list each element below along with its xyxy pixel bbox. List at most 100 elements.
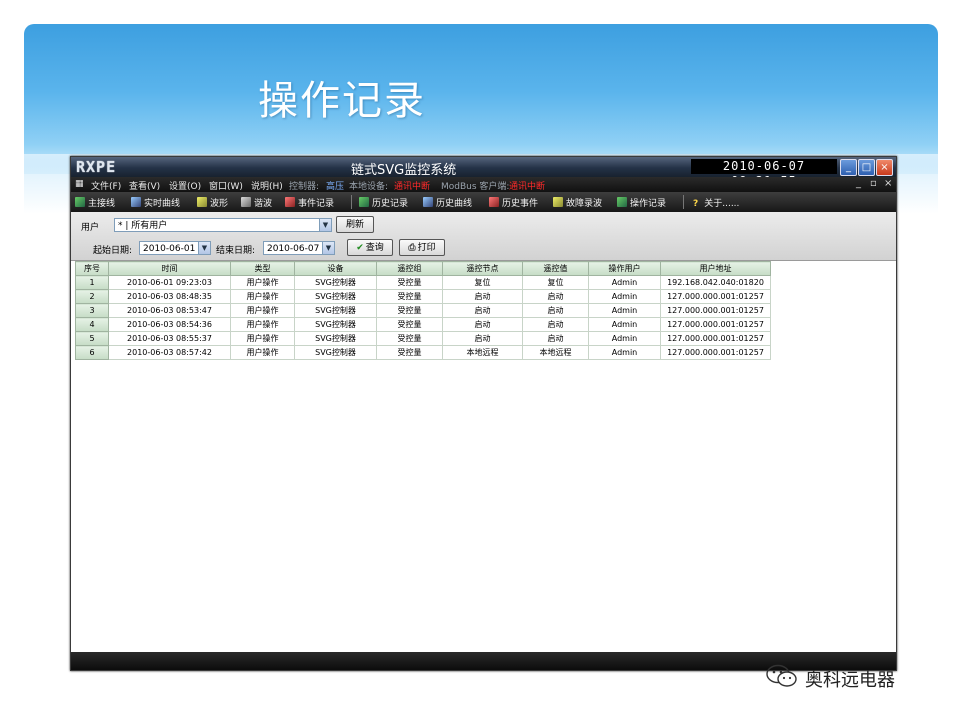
table-cell: 用户操作 — [230, 275, 295, 290]
table-row[interactable]: 4 2010-06-03 08:54:36 用户操作 SVG控制器 受控量 启动 启动 Adm… — [75, 317, 771, 332]
local-device-status: 通讯中断 — [394, 182, 431, 192]
table-row[interactable]: 2 2010-06-03 08:48:35 用户操作 SVG控制器 受控量 启动 启动 Adm… — [75, 289, 771, 304]
table-row[interactable]: 3 2010-06-03 08:53:47 用户操作 SVG控制器 受控量 启动 启动 Adm… — [75, 303, 771, 318]
table-cell: 启动 — [442, 289, 523, 304]
table-cell: SVG控制器 — [294, 275, 377, 290]
print-button[interactable]: ⎙ 打印 — [399, 239, 445, 256]
user-select[interactable]: * | 所有用户 ▼ — [114, 218, 332, 232]
controller-label: 控制器: — [289, 182, 320, 192]
table-cell: 启动 — [442, 317, 523, 332]
slide-title: 操作记录 — [258, 78, 426, 124]
operation-records-table: 序号 时间 类型 设备 遥控组 遥控节点 遥控值 操作用户 用户地址 1 2010… — [75, 261, 771, 360]
app-window: RXPE 链式SVG监控系统 2010-06-07 09:21:55 _ □ ×… — [70, 156, 897, 671]
refresh-button[interactable]: 刷新 — [336, 216, 374, 233]
tool-event-record[interactable]: 事件记录 — [285, 196, 334, 209]
end-date-label: 结束日期: — [216, 246, 256, 256]
table-row[interactable]: 5 2010-06-03 08:55:37 用户操作 SVG控制器 受控量 启动 启动 Adm… — [75, 331, 771, 346]
table-cell: 受控量 — [376, 331, 443, 346]
column-header[interactable]: 设备 — [294, 261, 377, 276]
table-cell: 用户操作 — [230, 317, 295, 332]
filter-panel: 用户 * | 所有用户 ▼ 刷新 起始日期: 2010-06-01 ▼ 结束日期… — [71, 212, 896, 261]
mdi-minimize-button[interactable]: _ — [856, 178, 861, 189]
table-cell: 用户操作 — [230, 289, 295, 304]
table-cell: Admin — [588, 275, 661, 290]
tool-realtime-curve[interactable]: 实时曲线 — [131, 196, 180, 209]
tool-label: 波形 — [210, 199, 229, 209]
printer-icon: ⎙ — [408, 243, 416, 253]
toolbar-separator — [683, 195, 684, 209]
watermark-text: 奥科远电器 — [805, 670, 895, 691]
table-cell: 本地远程 — [442, 345, 523, 360]
table-cell: 本地远程 — [522, 345, 589, 360]
local-device-label: 本地设备: — [349, 182, 389, 192]
toolbar: 主接线 实时曲线 波形 谐波 事件记录 历史记录 历史曲线 历史事件 故障录波 … — [71, 192, 896, 212]
tool-label: 故障录波 — [566, 199, 603, 209]
menu-grid-icon: ▦ — [75, 179, 84, 189]
column-header[interactable]: 遥控节点 — [442, 261, 523, 276]
table-cell: 2010-06-03 08:54:36 — [108, 317, 231, 332]
row-index-cell: 5 — [75, 331, 109, 346]
table-cell: Admin — [588, 303, 661, 318]
column-header[interactable]: 序号 — [75, 261, 109, 276]
table-cell: 启动 — [442, 303, 523, 318]
table-cell: 2010-06-03 08:48:35 — [108, 289, 231, 304]
curve-icon — [131, 197, 141, 207]
table-row[interactable]: 1 2010-06-01 09:23:03 用户操作 SVG控制器 受控量 复位 复位 Adm… — [75, 275, 771, 290]
column-header[interactable]: 遥控组 — [376, 261, 443, 276]
chevron-down-icon[interactable]: ▼ — [319, 219, 331, 231]
start-date-label: 起始日期: — [93, 246, 133, 256]
event-icon — [285, 197, 295, 207]
event-icon — [489, 197, 499, 207]
harmonic-icon — [241, 197, 251, 207]
column-header[interactable]: 用户地址 — [660, 261, 771, 276]
mdi-close-button[interactable]: × — [884, 178, 892, 189]
app-logo: RXPE — [76, 158, 117, 176]
table-cell: 2010-06-03 08:57:42 — [108, 345, 231, 360]
column-header[interactable]: 类型 — [230, 261, 295, 276]
row-index-cell: 2 — [75, 289, 109, 304]
tool-waveform[interactable]: 波形 — [197, 196, 228, 209]
menu-view[interactable]: 查看(V) — [129, 179, 160, 192]
start-date-picker[interactable]: 2010-06-01 ▼ — [139, 241, 211, 255]
wave-icon — [197, 197, 207, 207]
tool-main-wiring[interactable]: 主接线 — [75, 196, 115, 209]
tool-history-record[interactable]: 历史记录 — [359, 196, 408, 209]
table-cell: 启动 — [522, 303, 589, 318]
chevron-down-icon[interactable]: ▼ — [198, 242, 210, 254]
chat-logo-icon — [766, 664, 797, 687]
table-row[interactable]: 6 2010-06-03 08:57:42 用户操作 SVG控制器 受控量 本地远程 本地远… — [75, 345, 771, 360]
end-date-value: 2010-06-07 — [267, 244, 320, 254]
tool-fault-recording[interactable]: 故障录波 — [553, 196, 602, 209]
mdi-restore-button[interactable]: ▫ — [870, 178, 877, 189]
menu-file[interactable]: 文件(F) — [91, 179, 121, 192]
tool-label: 操作记录 — [630, 199, 667, 209]
column-header[interactable]: 时间 — [108, 261, 231, 276]
table-cell: SVG控制器 — [294, 331, 377, 346]
query-button[interactable]: ✔ 查询 — [347, 239, 393, 256]
table-cell: 启动 — [522, 317, 589, 332]
tool-operation-record[interactable]: 操作记录 — [617, 196, 666, 209]
tool-history-curve[interactable]: 历史曲线 — [423, 196, 472, 209]
minimize-button[interactable]: _ — [840, 159, 857, 176]
tool-about[interactable]: ? 关于...... — [693, 196, 739, 209]
wiring-icon — [75, 197, 85, 207]
maximize-button[interactable]: □ — [858, 159, 875, 176]
table-cell: 受控量 — [376, 317, 443, 332]
menu-help[interactable]: 说明(H) — [251, 179, 283, 192]
column-header[interactable]: 遥控值 — [522, 261, 589, 276]
end-date-picker[interactable]: 2010-06-07 ▼ — [263, 241, 335, 255]
tool-harmonic[interactable]: 谐波 — [241, 196, 272, 209]
tool-label: 历史曲线 — [436, 199, 473, 209]
column-header[interactable]: 操作用户 — [588, 261, 661, 276]
curve-icon — [423, 197, 433, 207]
menu-settings[interactable]: 设置(O) — [169, 179, 201, 192]
datetime-display: 2010-06-07 09:21:55 — [691, 159, 837, 188]
chevron-down-icon[interactable]: ▼ — [322, 242, 334, 254]
tool-history-event[interactable]: 历史事件 — [489, 196, 538, 209]
table-cell: Admin — [588, 289, 661, 304]
user-select-value: * | 所有用户 — [118, 221, 168, 231]
menu-window[interactable]: 窗口(W) — [209, 179, 243, 192]
table-cell: 用户操作 — [230, 303, 295, 318]
close-button[interactable]: × — [876, 159, 893, 176]
table-cell: 127.000.000.001:01257 — [660, 317, 771, 332]
